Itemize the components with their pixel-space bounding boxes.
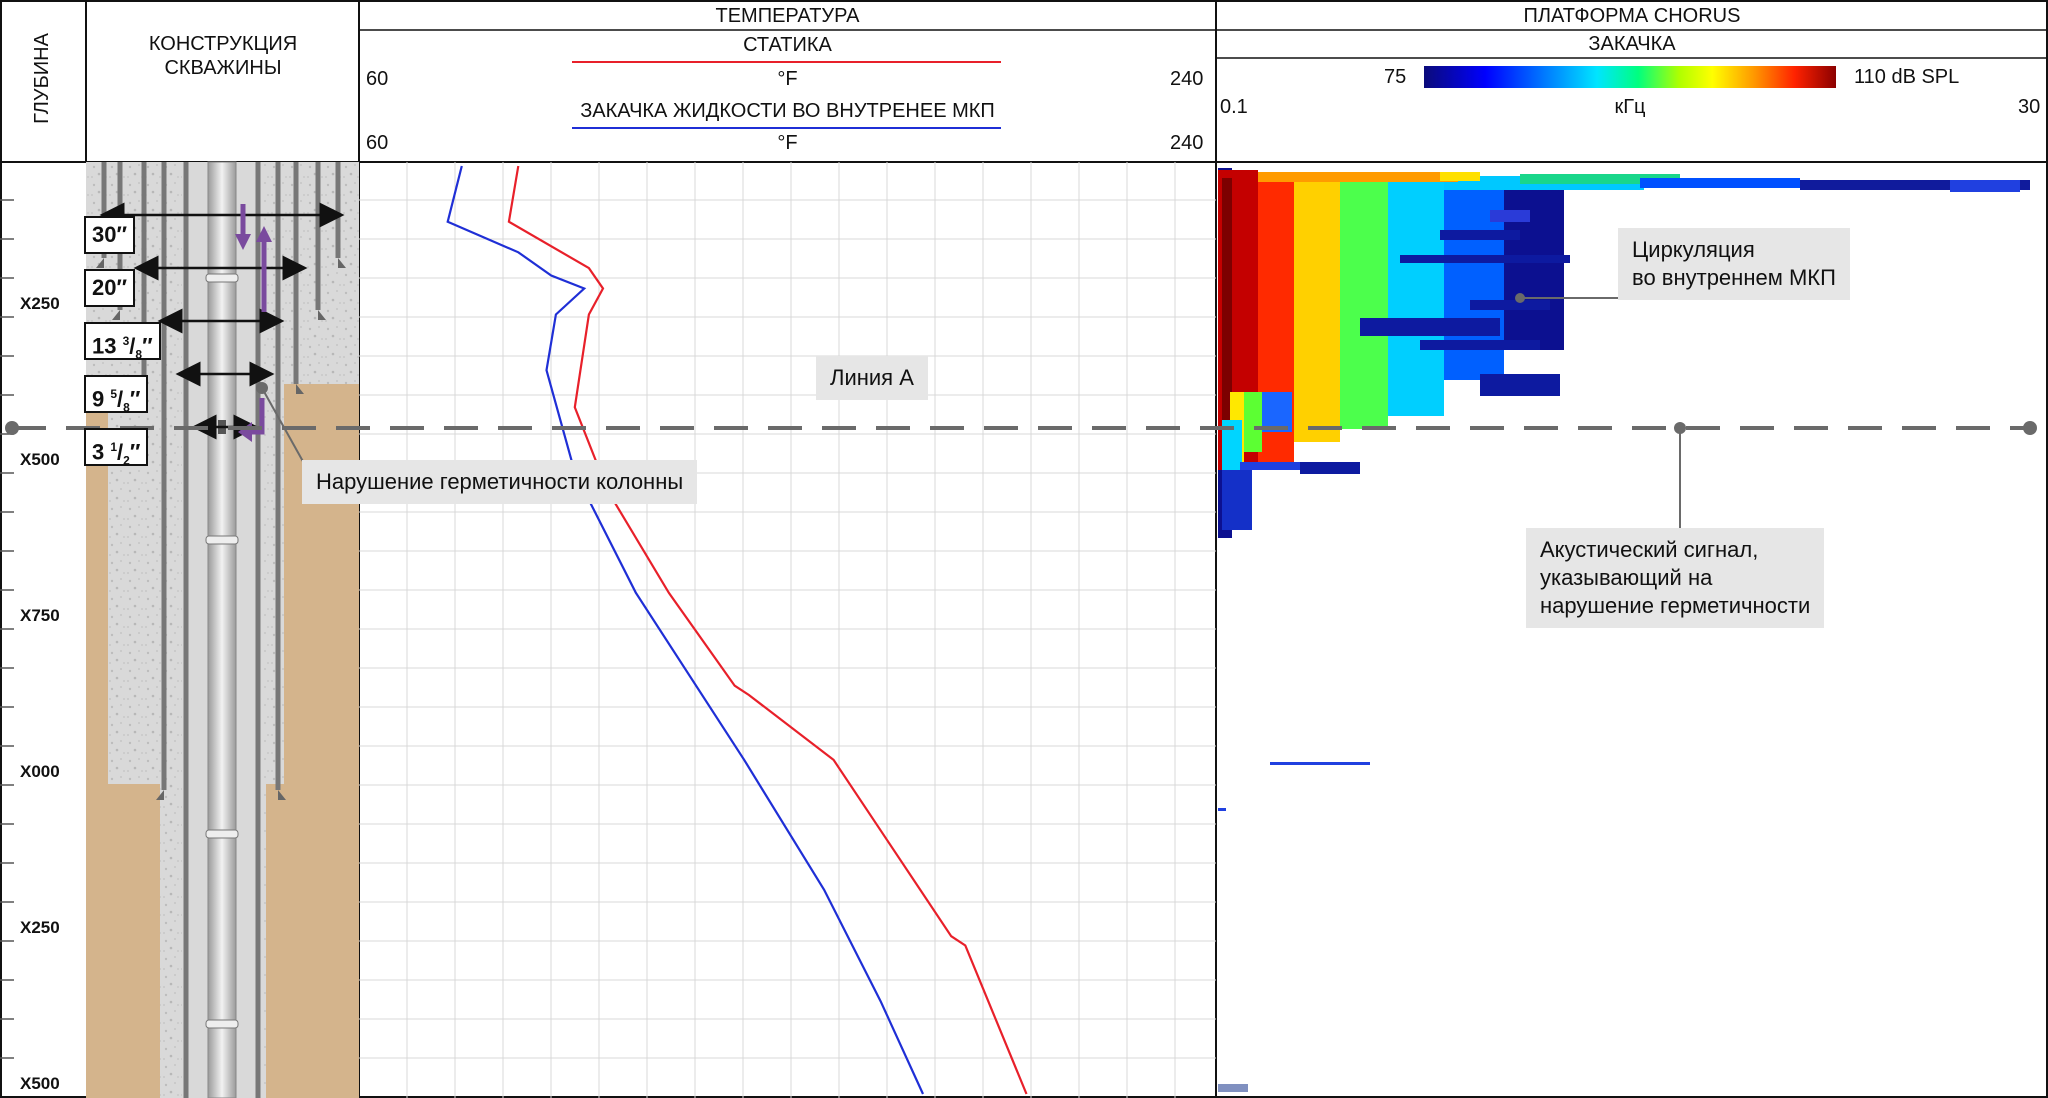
- colorbar-min: 75: [1384, 66, 1407, 88]
- injection-max: 240: [1170, 132, 1204, 154]
- colorbar-max: 110 dB SPL: [1854, 66, 1960, 88]
- freq-max: 30: [2018, 96, 2041, 118]
- colorbar: [1424, 66, 1836, 88]
- depth-label: X000: [20, 762, 60, 781]
- depth-title-text: ГЛУБИНА: [30, 32, 53, 124]
- casing-size-text: 3: [92, 439, 111, 465]
- injection-temperature-curve: [446, 165, 925, 1095]
- inch-mark: ′′: [116, 275, 128, 300]
- callout-line: Циркуляция: [1632, 237, 1755, 262]
- callout-line-a: Линия А: [816, 356, 928, 400]
- callout-line: Акустический сигнал,: [1540, 537, 1759, 562]
- casing-size-text: 30: [92, 222, 117, 247]
- casing-tag-3-1-2: 3 1/2′′: [84, 428, 149, 468]
- depth-label: X250: [20, 918, 60, 937]
- inch-mark: ′′: [142, 333, 153, 359]
- casing-size-text: 13: [92, 333, 123, 359]
- fraction-denominator: 2: [123, 453, 130, 468]
- callout-line: нарушение герметичности: [1540, 593, 1811, 618]
- fraction-denominator: 8: [123, 400, 130, 415]
- acoustic-spectrogram: [1218, 168, 2030, 1092]
- temperature-grid: [359, 162, 1216, 1098]
- depth-label: X750: [20, 606, 60, 625]
- chorus-title: ПЛАТФОРМА CHORUS: [1523, 5, 1741, 27]
- depth-label: X500: [20, 1074, 60, 1093]
- static-label: СТАТИКА: [743, 34, 832, 56]
- static-unit: °F: [777, 68, 798, 90]
- chorus-mode: ЗАКАЧКА: [1588, 33, 1676, 55]
- fraction-numerator: 1: [110, 440, 118, 454]
- casing-size-text: 20: [92, 275, 117, 300]
- casing-tag-9-5-8: 9 5/8′′: [84, 375, 149, 415]
- callout-line: во внутреннем МКП: [1632, 265, 1836, 290]
- freq-unit: кГц: [1614, 96, 1646, 118]
- inch-mark: ′′: [129, 439, 141, 465]
- callout-acoustic: Акустический сигнал, указывающий на нару…: [1526, 528, 1825, 628]
- casing-tag-30: 30′′: [84, 216, 136, 254]
- callout-leak: Нарушение герметичности колонны: [302, 460, 698, 504]
- inch-mark: ′′: [129, 386, 141, 412]
- casing-tag-20: 20′′: [84, 269, 136, 307]
- static-max: 240: [1170, 68, 1204, 90]
- inch-mark: ′′: [116, 222, 128, 247]
- construction-title: КОНСТРУКЦИЯ СКВАЖИНЫ: [148, 33, 298, 79]
- callout-circulation: Циркуляция во внутреннем МКП: [1618, 228, 1850, 300]
- casing-tag-13-3-8: 13 3/8′′: [84, 322, 161, 362]
- fraction-numerator: 5: [110, 387, 118, 401]
- temperature-curves: [446, 165, 1028, 1095]
- static-temperature-curve: [507, 165, 1028, 1095]
- depth-label: X250: [20, 294, 60, 313]
- depth-ticks: [0, 199, 14, 1059]
- temperature-title: ТЕМПЕРАТУРА: [715, 5, 860, 27]
- injection-label: ЗАКАЧКА ЖИДКОСТИ ВО ВНУТРЕНЕЕ МКП: [580, 100, 995, 122]
- depth-title: ГЛУБИНА: [4, 8, 80, 148]
- freq-min: 0.1: [1220, 96, 1248, 118]
- callout-line: указывающий на: [1540, 565, 1713, 590]
- casing-size-text: 9: [92, 386, 111, 412]
- fraction-numerator: 3: [122, 334, 130, 348]
- depth-label: X500: [20, 450, 60, 469]
- injection-unit: °F: [777, 132, 798, 154]
- well-log-figure: ГЛУБИНА КОНСТРУКЦИЯ СКВАЖИНЫ ТЕМПЕРАТУРА…: [0, 0, 2048, 1098]
